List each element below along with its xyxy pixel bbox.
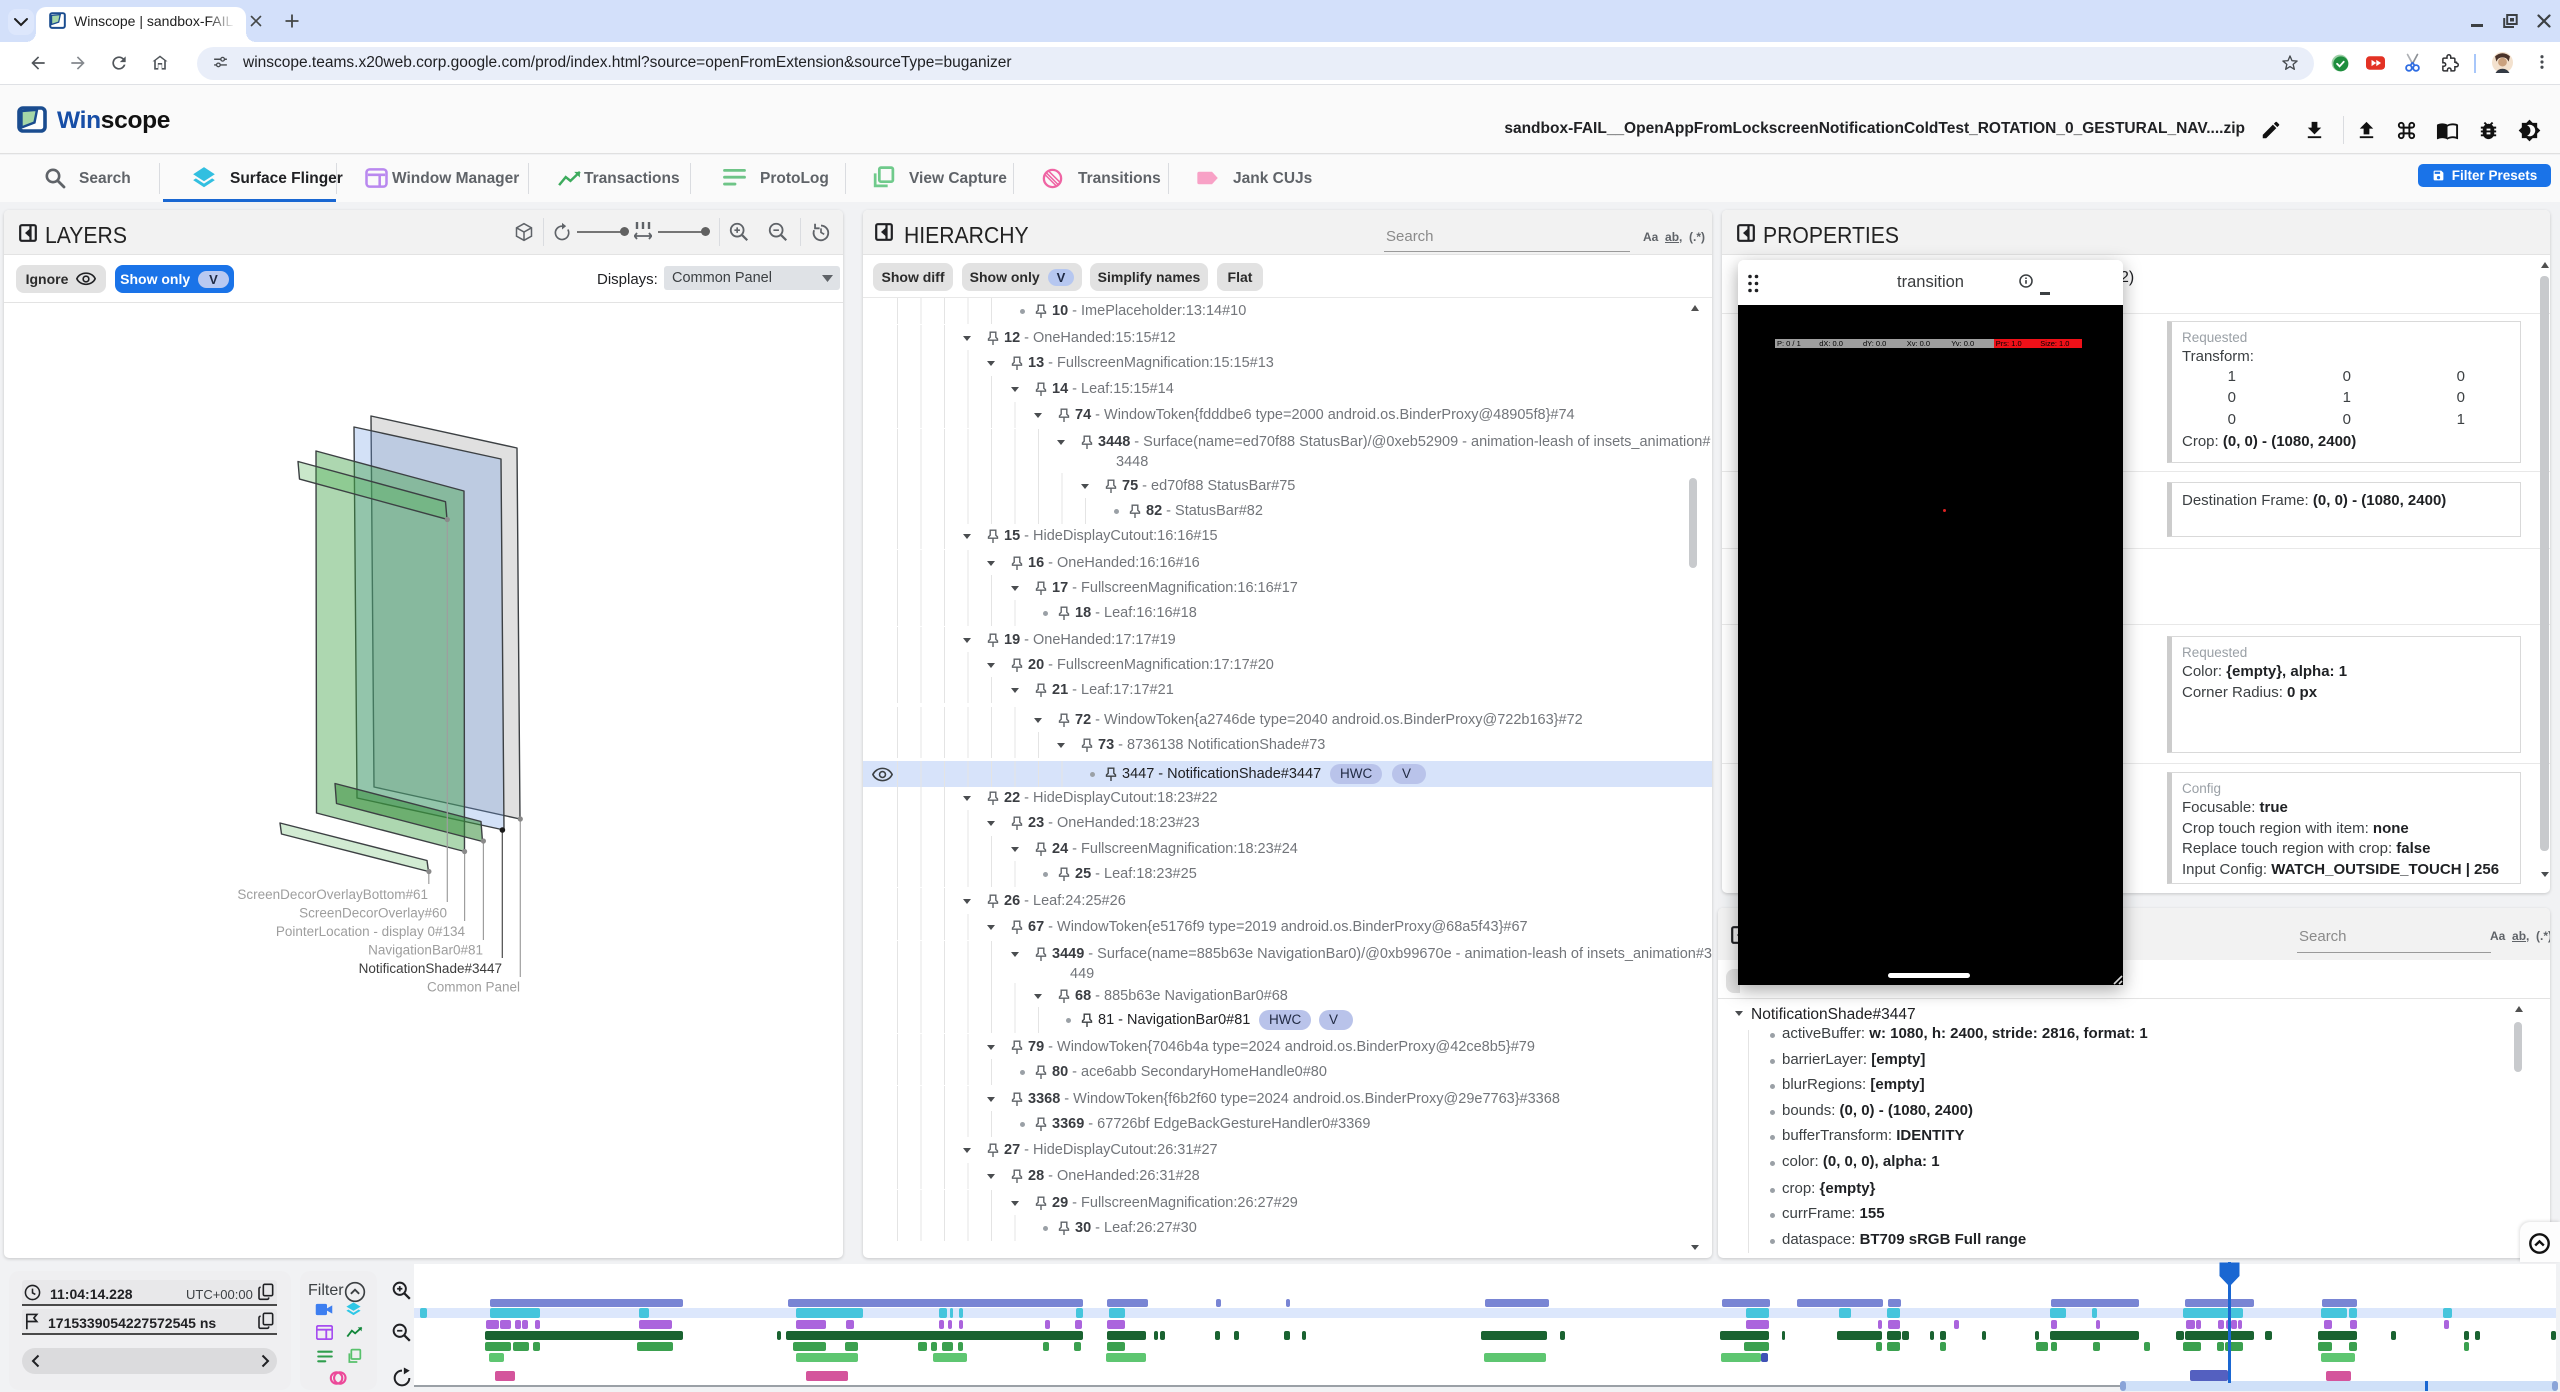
svg-text:PointerLocation - display 0#13: PointerLocation - display 0#134 [276,924,466,939]
svg-text:ScreenDecorOverlayBottom#61: ScreenDecorOverlayBottom#61 [237,887,428,902]
svg-text:Common Panel: Common Panel [427,980,520,995]
svg-text:NotificationShade#3447: NotificationShade#3447 [359,961,502,976]
svg-text:NavigationBar0#81: NavigationBar0#81 [368,943,483,958]
svg-text:ScreenDecorOverlay#60: ScreenDecorOverlay#60 [299,906,447,921]
